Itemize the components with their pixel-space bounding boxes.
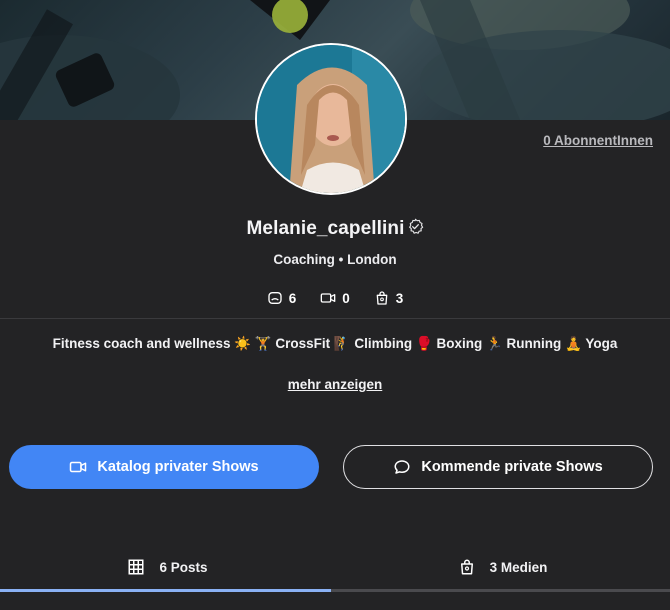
show-more-link[interactable]: mehr anzeigen: [288, 377, 383, 392]
private-shows-catalog-button[interactable]: Katalog privater Shows: [9, 445, 319, 489]
grid-icon: [128, 559, 144, 575]
chat-bubble-icon: [394, 460, 410, 474]
stat-posts-value: 6: [288, 290, 297, 306]
video-icon: [320, 293, 336, 303]
stat-posts: 6: [267, 290, 297, 306]
tab-media[interactable]: 3 Medien: [335, 540, 670, 594]
tab-media-label: 3 Medien: [489, 559, 548, 575]
name-row: Melanie_capellini: [0, 217, 670, 240]
profile-bio: Fitness coach and wellness ☀️ 🏋 CrossFit…: [52, 336, 618, 351]
verified-badge-icon: [408, 217, 423, 234]
stat-videos: 0: [320, 290, 350, 306]
section-divider: [0, 318, 670, 319]
tab-posts[interactable]: 6 Posts: [0, 540, 335, 594]
show-more-row: mehr anzeigen: [0, 376, 670, 394]
profile-stats: 6 0 3: [0, 290, 670, 306]
stat-media: 3: [374, 290, 404, 306]
upcoming-private-shows-label: Kommende private Shows: [421, 459, 603, 475]
subscribers-link[interactable]: 0 AbonnentInnen: [543, 133, 653, 148]
stat-media-value: 3: [395, 290, 404, 306]
bag-icon: [460, 559, 473, 575]
profile-avatar[interactable]: [255, 43, 407, 195]
tab-posts-label: 6 Posts: [159, 559, 208, 575]
upcoming-private-shows-button[interactable]: Kommende private Shows: [343, 445, 653, 489]
profile-meta: Coaching • London: [273, 252, 397, 267]
profile-username: Melanie_capellini: [246, 218, 405, 239]
stat-videos-value: 0: [342, 290, 350, 306]
content-tabs: 6 Posts 3 Medien: [0, 540, 670, 594]
post-icon: [268, 292, 282, 304]
tab-indicator-active: [0, 589, 331, 592]
private-shows-catalog-label: Katalog privater Shows: [97, 459, 259, 475]
bag-icon: [376, 291, 388, 305]
video-icon: [70, 461, 87, 473]
